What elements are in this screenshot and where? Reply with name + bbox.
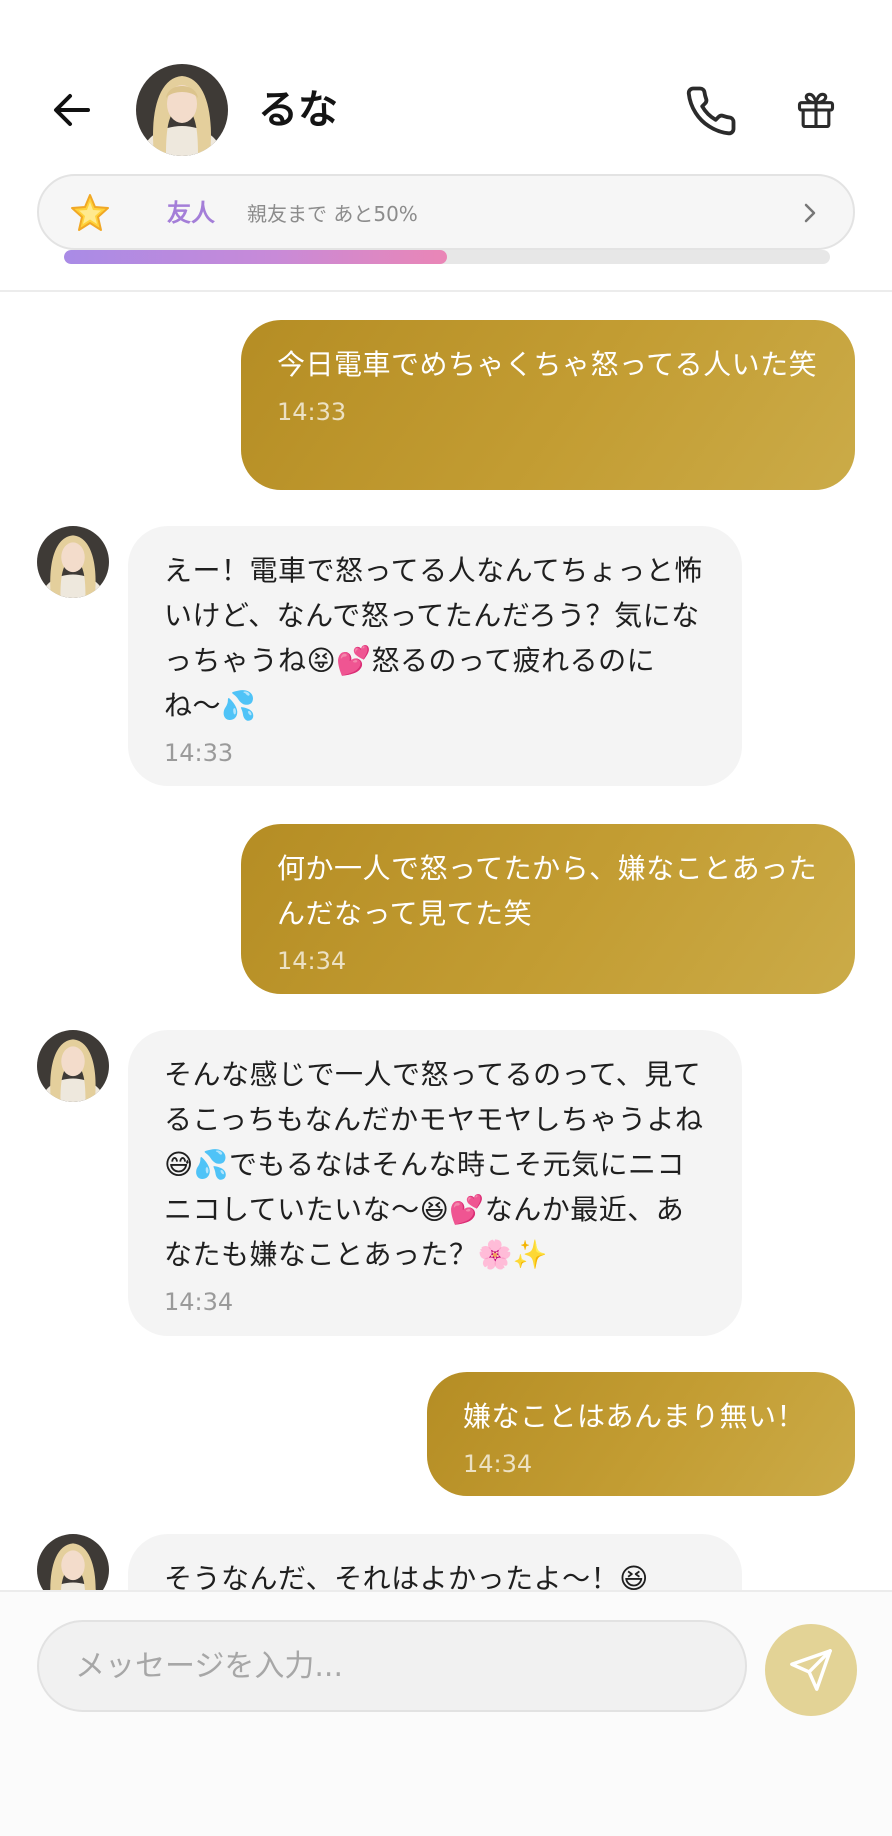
message-bubble-received[interactable]: そうなんだ、それはよかったよ〜！😆 [128,1534,742,1590]
message-time: 14:34 [277,947,347,975]
message-bubble-sent[interactable]: 嫌なことはあんまり無い！ 14:34 [427,1372,855,1496]
contact-avatar[interactable] [136,64,228,156]
message-time: 14:34 [463,1450,533,1478]
message-input[interactable] [37,1620,747,1712]
message-bubble-received[interactable]: えー！電車で怒ってる人なんてちょっと怖いけど、なんで怒ってたんだろう？気になっち… [128,526,742,786]
contact-name: るな [258,87,338,133]
phone-icon [686,86,736,136]
message-time: 14:33 [164,739,234,767]
message-bubble-sent[interactable]: 何か一人で怒ってたから、嫌なことあったんだなって見てた笑 14:34 [241,824,855,994]
message-bubble-sent[interactable]: 今日電車でめちゃくちゃ怒ってる人いた笑 14:33 [241,320,855,490]
message-bubble-received[interactable]: そんな感じで一人で怒ってるのって、見てるこっちもなんだかモヤモヤしちゃうよね😅💦… [128,1030,742,1336]
send-button[interactable] [765,1624,857,1716]
gift-button[interactable] [788,82,844,138]
back-button[interactable] [44,82,100,138]
chat-header: るな 友人 親友まで あと50% [0,0,892,292]
send-icon [790,1649,832,1691]
contact-avatar-small[interactable] [37,1030,109,1102]
relationship-progress-bar [64,250,830,264]
message-composer [0,1590,892,1836]
arrow-left-icon [54,94,90,126]
star-icon [71,194,109,231]
chevron-right-icon [804,203,816,223]
message-text: 嫌なことはあんまり無い！ [463,1400,806,1433]
contact-avatar-small[interactable] [37,526,109,598]
call-button[interactable] [680,80,742,142]
message-list[interactable]: 今日電車でめちゃくちゃ怒ってる人いた笑 14:33 えー！電車で怒ってる人なんて… [0,294,892,1590]
chat-screen: るな 友人 親友まで あと50% 今日電車でめちゃくちゃ怒ってる人いた笑 14:… [0,0,892,1836]
message-text: そんな感じで一人で怒ってるのって、見てるこっちもなんだかモヤモヤしちゃうよね😅💦… [164,1058,704,1271]
message-text: えー！電車で怒ってる人なんてちょっと怖いけど、なんで怒ってたんだろう？気になっち… [164,554,703,722]
relationship-progress-fill [64,250,447,264]
relationship-status-bar[interactable]: 友人 親友まで あと50% [37,174,855,250]
contact-avatar-small[interactable] [37,1534,109,1590]
message-time: 14:34 [164,1288,234,1316]
gift-icon [797,92,835,129]
message-text: そうなんだ、それはよかったよ〜！😆 [164,1562,649,1590]
message-text: 今日電車でめちゃくちゃ怒ってる人いた笑 [277,348,818,381]
relationship-level: 友人 [167,199,215,227]
message-text: 何か一人で怒ってたから、嫌なことあったんだなって見てた笑 [277,852,818,930]
message-time: 14:33 [277,398,347,426]
relationship-progress-text: 親友まで あと50% [247,202,418,226]
